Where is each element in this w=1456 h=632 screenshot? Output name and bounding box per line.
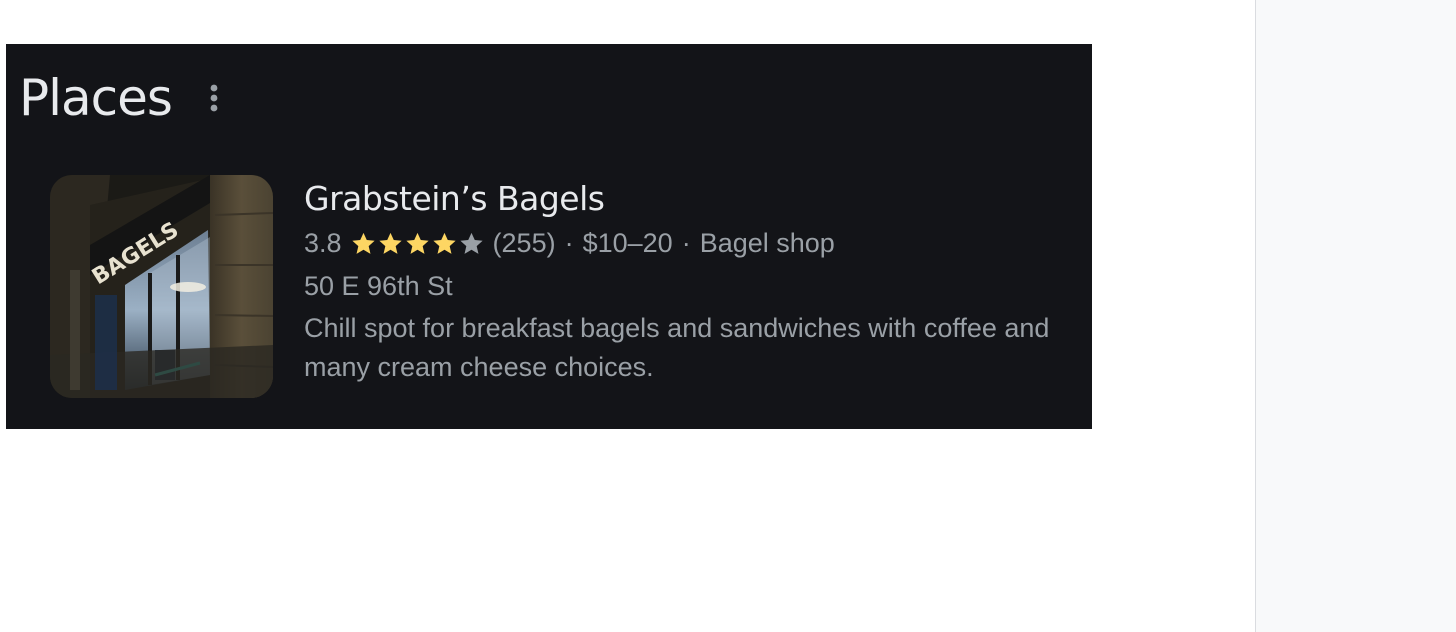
- place-info: Grabstein’s Bagels 3.8 (255) · $10–20 · …: [304, 175, 1074, 387]
- place-address: 50 E 96th St: [304, 271, 453, 301]
- star-filled-icon: [431, 230, 458, 257]
- page: Places BAGELS Grabstein’s Bagels 3.8 (25…: [0, 0, 1456, 632]
- review-count[interactable]: (255): [493, 223, 556, 263]
- place-category: Bagel shop: [699, 228, 835, 258]
- place-description: Chill spot for breakfast bagels and sand…: [304, 313, 1050, 382]
- place-result[interactable]: BAGELS Grabstein’s Bagels 3.8 (255) · $1…: [50, 175, 1080, 400]
- meta-separator: ·: [681, 228, 691, 258]
- card-header: Places: [19, 66, 226, 130]
- right-side-panel: [1255, 0, 1456, 632]
- more-options-button[interactable]: [202, 80, 226, 116]
- place-meta-line: 3.8 (255) · $10–20 · Bagel shop: [304, 223, 1074, 263]
- star-filled-icon: [350, 230, 377, 257]
- star-rating: [350, 230, 485, 257]
- price-range: $10–20: [582, 228, 673, 258]
- more-vert-icon: [210, 84, 218, 112]
- star-filled-icon: [377, 230, 404, 257]
- places-card: Places BAGELS Grabstein’s Bagels 3.8 (25…: [6, 44, 1092, 429]
- storefront-photo: BAGELS: [50, 175, 273, 398]
- place-photo[interactable]: BAGELS: [50, 175, 273, 398]
- meta-separator: ·: [564, 228, 574, 258]
- place-name[interactable]: Grabstein’s Bagels: [304, 177, 1074, 221]
- star-filled-icon: [404, 230, 431, 257]
- card-title: Places: [19, 69, 173, 127]
- star-empty-icon: [458, 230, 485, 257]
- rating-value: 3.8: [304, 228, 342, 258]
